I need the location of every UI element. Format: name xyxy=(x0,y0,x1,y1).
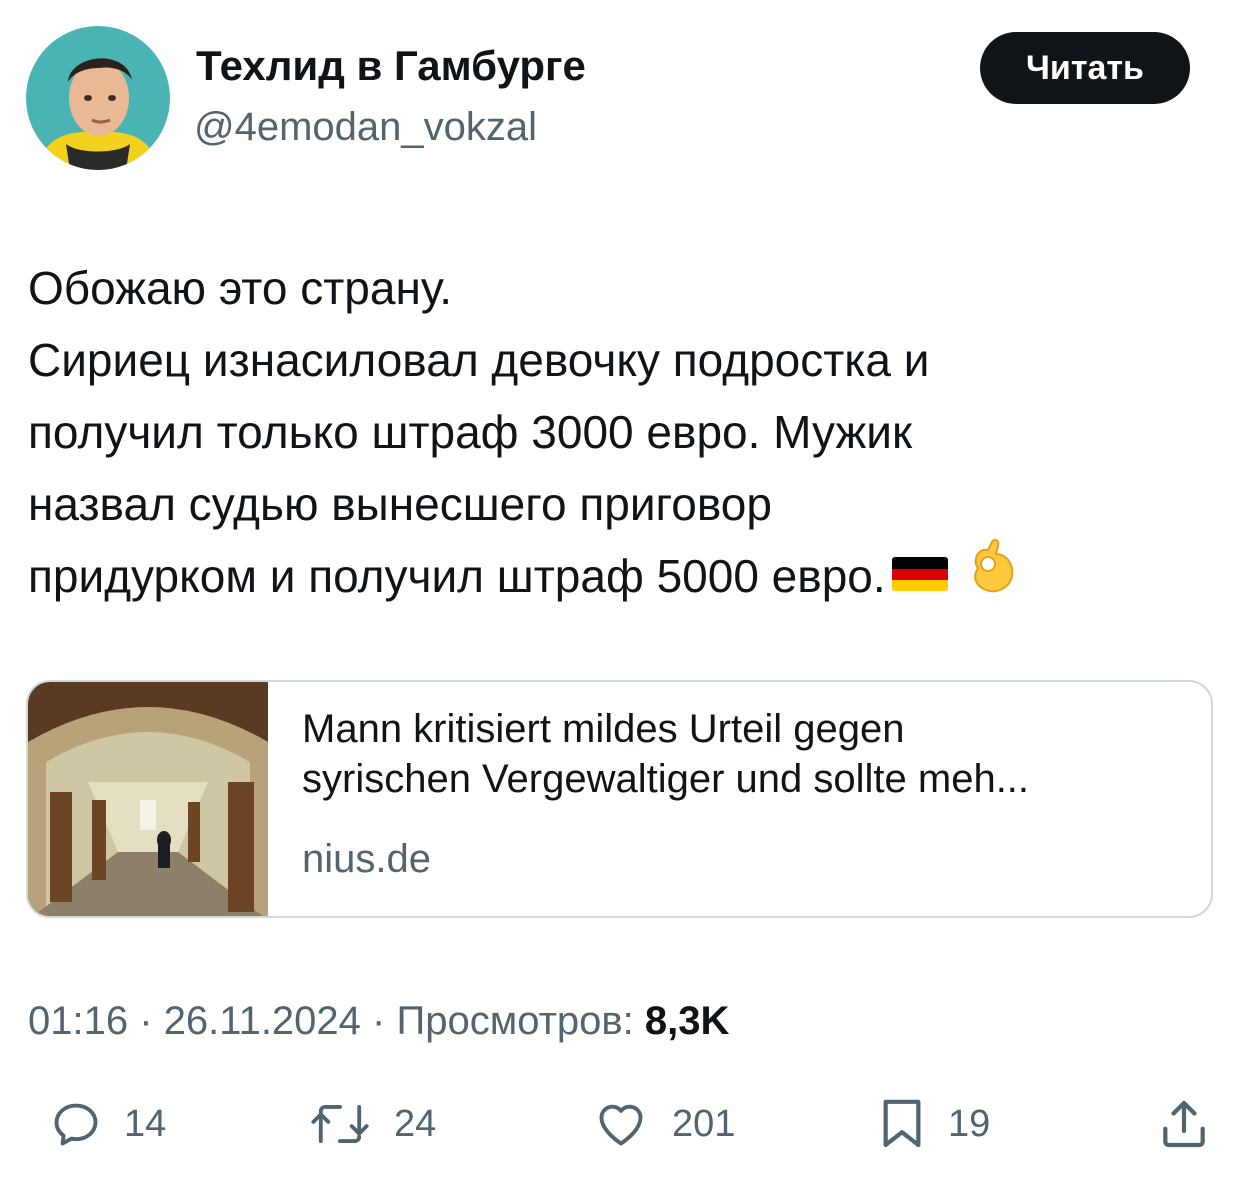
link-preview-title-line: Mann kritisiert mildes Urteil gegen xyxy=(302,707,905,751)
views-label: Просмотров: xyxy=(396,999,634,1043)
tweet-time[interactable]: 01:16 xyxy=(28,999,128,1043)
tweet-text-line: Сириец изнасиловал девочку подростка и xyxy=(28,334,930,386)
like-button[interactable]: 201 xyxy=(592,1096,735,1152)
tweet-text-line: назвал судью вынесшего приговор xyxy=(28,478,772,530)
avatar-image xyxy=(26,26,170,170)
repost-button[interactable]: 24 xyxy=(308,1096,436,1152)
share-button[interactable] xyxy=(1158,1096,1210,1152)
german-flag-emoji xyxy=(891,556,948,591)
tweet-text-line-last: придурком и получил штраф 5000 евро. xyxy=(28,538,1218,618)
bookmark-button[interactable]: 19 xyxy=(878,1096,990,1152)
reply-icon xyxy=(50,1098,102,1150)
repost-count: 24 xyxy=(394,1103,437,1145)
bookmark-icon xyxy=(878,1096,926,1152)
follow-button[interactable]: Читать xyxy=(980,32,1190,104)
reply-count: 14 xyxy=(124,1103,167,1145)
meta-separator: · xyxy=(372,999,386,1043)
tweet-text: Обожаю это страну. Сириец изнасиловал де… xyxy=(28,252,1218,618)
share-icon xyxy=(1158,1096,1210,1152)
tweet-text-line: придурком и получил штраф 5000 евро. xyxy=(28,550,886,602)
reply-button[interactable]: 14 xyxy=(50,1096,166,1152)
tweet-meta: 01:16 · 26.11.2024 · Просмотров: 8,3K xyxy=(28,996,729,1046)
tweet-text-line: получил только штраф 3000 евро. Мужик xyxy=(28,406,913,458)
meta-separator: · xyxy=(139,999,153,1043)
repost-icon xyxy=(308,1098,372,1150)
link-preview-domain: nius.de xyxy=(302,837,431,881)
avatar[interactable] xyxy=(26,26,170,170)
heart-icon xyxy=(592,1098,650,1150)
author-display-name[interactable]: Техлид в Гамбурге xyxy=(196,40,586,92)
views-count: 8,3K xyxy=(644,999,730,1043)
like-count: 201 xyxy=(672,1103,736,1145)
tweet-date[interactable]: 26.11.2024 xyxy=(164,999,361,1043)
link-preview-card[interactable]: Mann kritisiert mildes Urteil gegen syri… xyxy=(26,680,1213,918)
link-preview-title-line: syrischen Vergewaltiger und sollte meh..… xyxy=(302,757,1030,801)
ok-hand-emoji xyxy=(966,538,1018,614)
link-preview-image xyxy=(28,682,268,916)
bookmark-count: 19 xyxy=(948,1103,991,1145)
tweet-text-line: Обожаю это страну. xyxy=(28,262,453,314)
link-preview-title: Mann kritisiert mildes Urteil gegen syri… xyxy=(302,704,1182,804)
author-handle[interactable]: @4emodan_vokzal xyxy=(194,102,537,152)
